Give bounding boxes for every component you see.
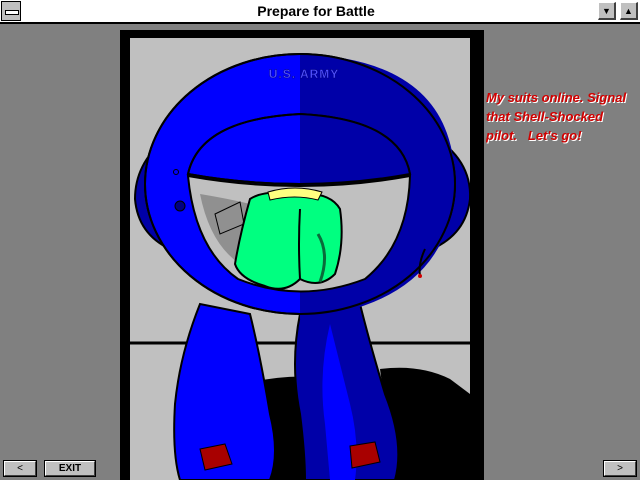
maximize-button[interactable]: ▲ — [620, 2, 638, 20]
next-button[interactable]: > — [603, 460, 637, 477]
previous-button[interactable]: < — [3, 460, 37, 477]
battle-scene: U.S. ARMY My suits online. Signal that S… — [0, 24, 640, 480]
dialogue-caption: My suits online. Signal that Shell-Shock… — [486, 90, 627, 143]
suit-insignia: U.S. ARMY — [269, 67, 340, 81]
exit-button[interactable]: EXIT — [44, 460, 96, 477]
title-bar: Prepare for Battle ▼ ▲ — [0, 0, 640, 24]
window-title: Prepare for Battle — [257, 3, 375, 19]
system-menu-button[interactable] — [1, 1, 21, 21]
system-menu-icon — [5, 10, 19, 15]
minimize-button[interactable]: ▼ — [598, 2, 616, 20]
